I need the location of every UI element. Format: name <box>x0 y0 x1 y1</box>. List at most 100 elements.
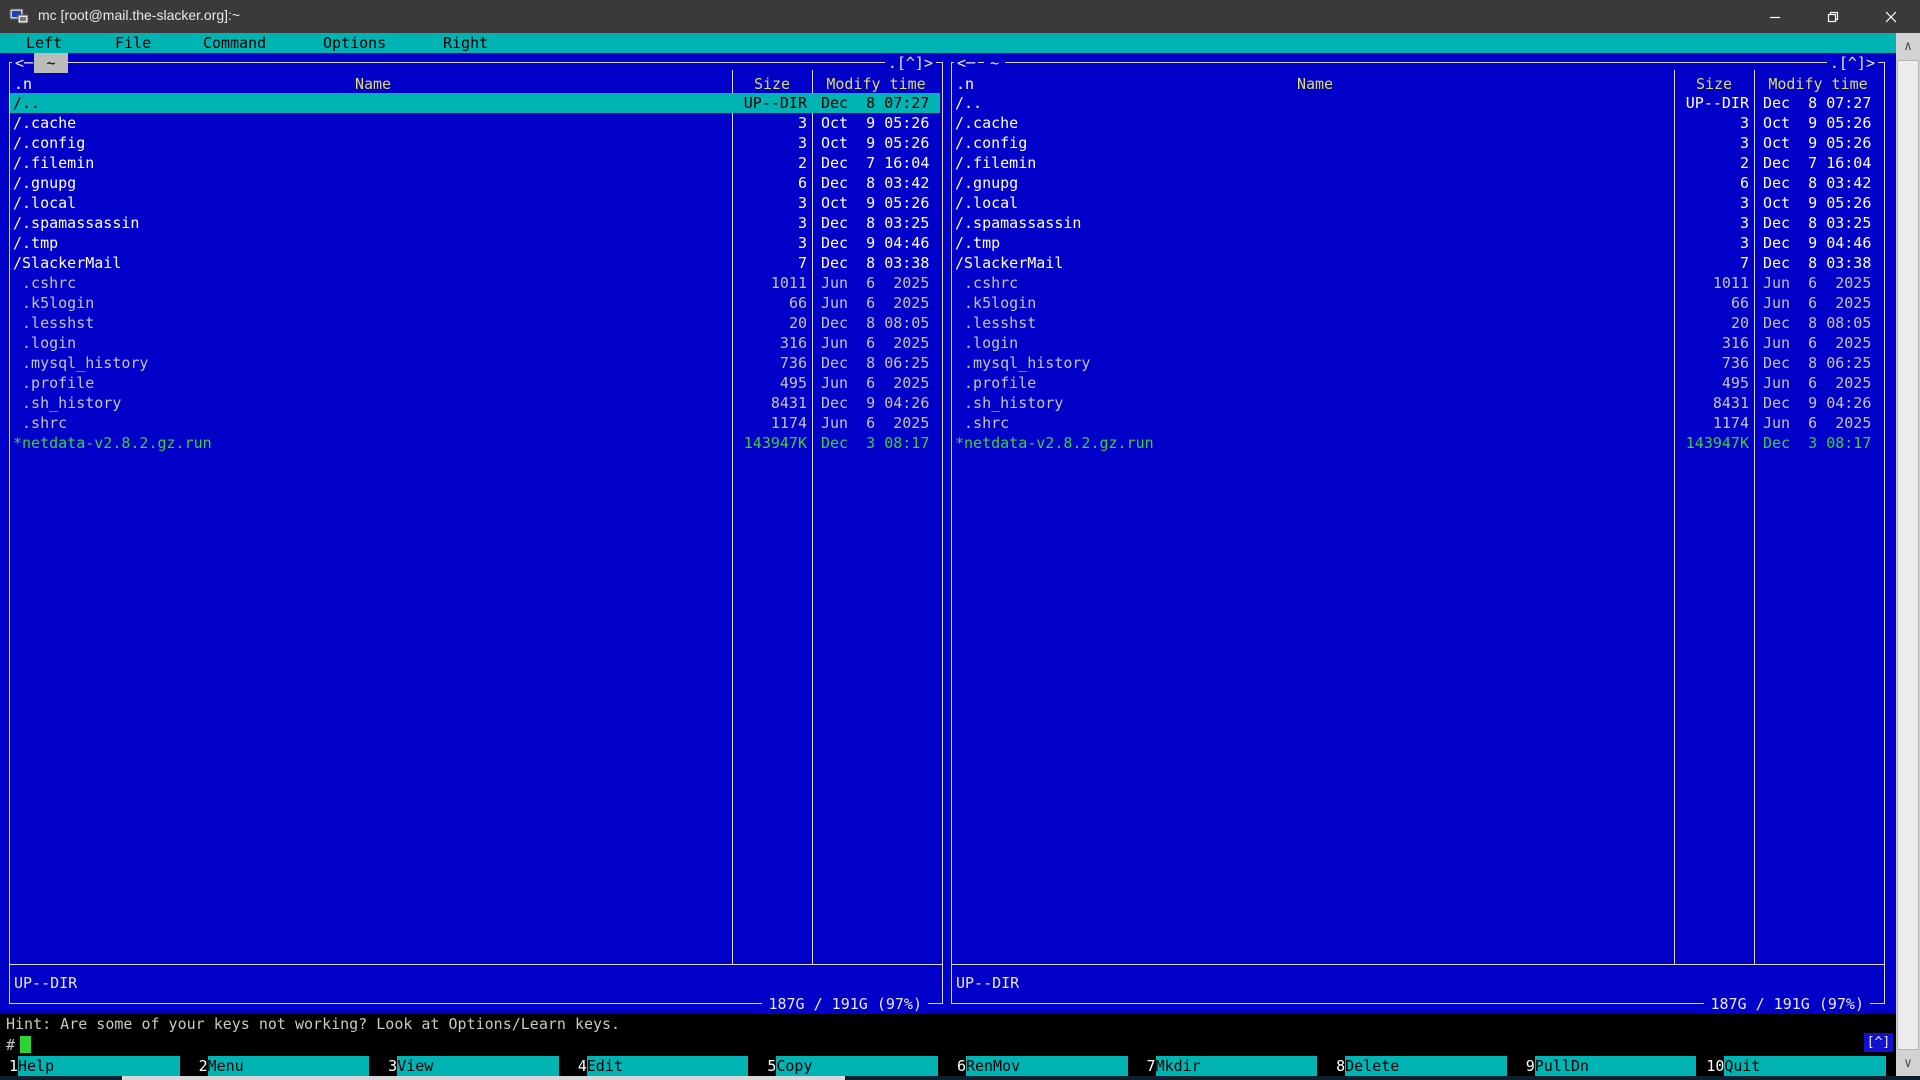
file-name: /.config <box>955 133 1027 153</box>
mini-status: UP--DIR <box>14 973 77 993</box>
file-size: 7 <box>630 253 807 273</box>
file-size: 8431 <box>1572 393 1749 413</box>
file-name: .cshrc <box>13 273 76 293</box>
file-row[interactable]: .cshrc1011Jun 6 2025 <box>10 273 940 293</box>
file-row[interactable]: .profile495Jun 6 2025 <box>952 373 1882 393</box>
file-size: 1174 <box>630 413 807 433</box>
panels-toggle-badge[interactable]: [^] <box>1864 1033 1893 1052</box>
file-size: 3 <box>1572 133 1749 153</box>
file-row[interactable]: .k5login66Jun 6 2025 <box>952 293 1882 313</box>
file-name: /.gnupg <box>13 173 76 193</box>
file-name: /.spamassassin <box>13 213 139 233</box>
disk-usage: 187G / 191G (97%) <box>1704 994 1870 1014</box>
terminal-scrollbar[interactable]: ∧ ∨ <box>1896 33 1920 1076</box>
scrollbar-up-icon[interactable]: ∧ <box>1896 33 1920 59</box>
fkey-edit[interactable]: 4Edit <box>569 1056 759 1076</box>
file-row[interactable]: .k5login66Jun 6 2025 <box>10 293 940 313</box>
file-row[interactable]: /.tmp3Dec 9 04:46 <box>10 233 940 253</box>
file-row[interactable]: /..UP--DIRDec 8 07:27 <box>952 93 1882 113</box>
putty-app-icon <box>9 6 29 26</box>
file-name: .mysql_history <box>13 353 148 373</box>
fkey-pulldn[interactable]: 9PullDn <box>1517 1056 1707 1076</box>
fkey-help[interactable]: 1Help <box>0 1056 190 1076</box>
file-row[interactable]: /SlackerMail7Dec 8 03:38 <box>10 253 940 273</box>
file-mtime: Oct 9 05:26 <box>1763 193 1871 213</box>
fkey-copy[interactable]: 5Copy <box>758 1056 948 1076</box>
close-button[interactable] <box>1862 0 1920 33</box>
file-size: 3 <box>1572 213 1749 233</box>
file-size: 7 <box>1572 253 1749 273</box>
file-row[interactable]: /.filemin2Dec 7 16:04 <box>10 153 940 173</box>
file-row[interactable]: /.config 3 Oct 9 05:26 <box>952 133 1882 153</box>
file-mtime: Dec 9 04:46 <box>821 233 929 253</box>
file-row[interactable]: /.local3Oct 9 05:26 <box>952 193 1882 213</box>
file-mtime: Dec 3 08:17 <box>821 433 929 453</box>
menu-file[interactable]: File <box>115 33 151 53</box>
file-row[interactable]: .shrc1174Jun 6 2025 <box>10 413 940 433</box>
file-row[interactable]: .sh_history 8431 Dec 9 04:26 <box>952 393 1882 413</box>
fkey-view[interactable]: 3View <box>379 1056 569 1076</box>
file-row[interactable]: /.tmp3Dec 9 04:46 <box>952 233 1882 253</box>
file-name: /.spamassassin <box>955 213 1081 233</box>
file-row[interactable]: /.gnupg6Dec 8 03:42 <box>952 173 1882 193</box>
file-mtime: Dec 8 03:38 <box>1763 253 1871 273</box>
file-row[interactable]: .shrc1174Jun 6 2025 <box>952 413 1882 433</box>
file-row[interactable]: /.config3Oct 9 05:26 <box>10 133 940 153</box>
file-row[interactable]: /.local3Oct 9 05:26 <box>10 193 940 213</box>
file-name: /.config <box>13 133 85 153</box>
fkey-quit[interactable]: 10Quit <box>1706 1056 1896 1076</box>
minimize-button[interactable] <box>1746 0 1804 33</box>
file-row[interactable]: .profile495Jun 6 2025 <box>10 373 940 393</box>
fkey-menu[interactable]: 2Menu <box>190 1056 380 1076</box>
file-size: 3 <box>1572 193 1749 213</box>
file-mtime: Dec 8 06:25 <box>1763 353 1871 373</box>
restore-button[interactable] <box>1804 0 1862 33</box>
file-size: 2 <box>630 153 807 173</box>
file-size: 143947K <box>630 433 807 453</box>
file-name: .shrc <box>955 413 1009 433</box>
menu-command[interactable]: Command <box>203 33 266 53</box>
scrollbar-thumb[interactable] <box>1897 60 1919 1050</box>
file-row[interactable]: /.spamassassin3Dec 8 03:25 <box>952 213 1882 233</box>
file-row[interactable]: /.filemin2Dec 7 16:04 <box>952 153 1882 173</box>
text-cursor <box>20 1036 31 1053</box>
file-row[interactable]: .cshrc1011Jun 6 2025 <box>952 273 1882 293</box>
fkey-renmov[interactable]: 6RenMov <box>948 1056 1138 1076</box>
fkey-mkdir[interactable]: 7Mkdir <box>1138 1056 1328 1076</box>
file-row[interactable]: /.cache3Oct 9 05:26 <box>952 113 1882 133</box>
scrollbar-down-icon[interactable]: ∨ <box>1896 1050 1920 1076</box>
file-mtime: Oct 9 05:26 <box>1763 133 1871 153</box>
file-row[interactable]: .login316Jun 6 2025 <box>952 333 1882 353</box>
file-name: /SlackerMail <box>955 253 1063 273</box>
file-name: .mysql_history <box>955 353 1090 373</box>
file-name: /.filemin <box>13 153 94 173</box>
file-size: 6 <box>1572 173 1749 193</box>
file-name: /.cache <box>955 113 1018 133</box>
file-row[interactable]: /SlackerMail 7 Dec 8 03:38 <box>952 253 1882 273</box>
file-size: 1011 <box>630 273 807 293</box>
file-row[interactable]: /..UP--DIRDec 8 07:27 <box>10 93 940 113</box>
shell-prompt[interactable]: # <box>6 1035 31 1055</box>
menu-left[interactable]: Left <box>26 33 62 53</box>
file-mtime: Oct 9 05:26 <box>821 133 929 153</box>
file-size: 3 <box>630 113 807 133</box>
menu-options[interactable]: Options <box>323 33 386 53</box>
file-row[interactable]: .lesshst20Dec 8 08:05 <box>10 313 940 333</box>
file-row[interactable]: .login316Jun 6 2025 <box>10 333 940 353</box>
file-size: 8431 <box>630 393 807 413</box>
file-row[interactable]: .mysql_history736Dec 8 06:25 <box>10 353 940 373</box>
file-name: .sh_history <box>955 393 1063 413</box>
file-row[interactable]: .mysql_history736Dec 8 06:25 <box>952 353 1882 373</box>
file-row[interactable]: .sh_history8431Dec 9 04:26 <box>10 393 940 413</box>
file-name: /.. <box>13 93 40 113</box>
file-row[interactable]: /.spamassassin3Dec 8 03:25 <box>10 213 940 233</box>
file-mtime: Dec 8 03:38 <box>821 253 929 273</box>
file-mtime: Dec 9 04:26 <box>1763 393 1871 413</box>
fkey-delete[interactable]: 8Delete <box>1327 1056 1517 1076</box>
menu-right[interactable]: Right <box>443 33 488 53</box>
file-row[interactable]: /.gnupg6Dec 8 03:42 <box>10 173 940 193</box>
file-row[interactable]: .lesshst20Dec 8 08:05 <box>952 313 1882 333</box>
file-row[interactable]: *netdata-v2.8.2.gz.run143947KDec 3 08:17 <box>10 433 940 453</box>
file-row[interactable]: *netdata-v2.8.2.gz.run143947KDec 3 08:17 <box>952 433 1882 453</box>
file-row[interactable]: /.cache3Oct 9 05:26 <box>10 113 940 133</box>
